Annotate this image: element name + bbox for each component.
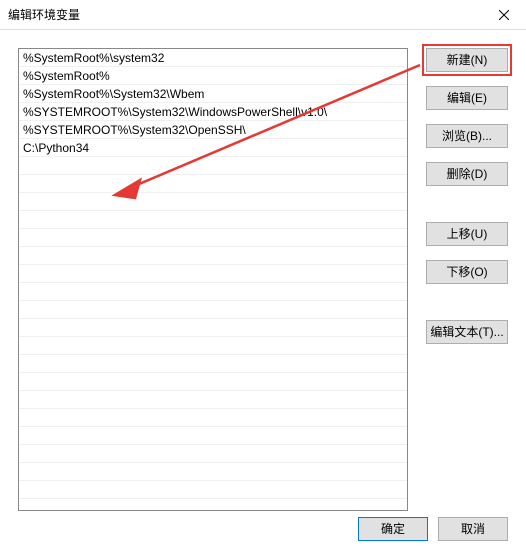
list-item[interactable] xyxy=(19,193,407,211)
path-listbox[interactable]: %SystemRoot%\system32 %SystemRoot% %Syst… xyxy=(18,48,408,511)
list-item[interactable] xyxy=(19,301,407,319)
move-down-button[interactable]: 下移(O) xyxy=(426,260,508,284)
close-button[interactable] xyxy=(481,0,526,30)
list-item[interactable] xyxy=(19,283,407,301)
list-item[interactable] xyxy=(19,355,407,373)
list-item[interactable] xyxy=(19,319,407,337)
cancel-button[interactable]: 取消 xyxy=(438,517,508,541)
list-item[interactable]: %SYSTEMROOT%\System32\OpenSSH\ xyxy=(19,121,407,139)
spacer xyxy=(426,298,508,320)
list-item[interactable] xyxy=(19,247,407,265)
content-area: %SystemRoot%\system32 %SystemRoot% %Syst… xyxy=(0,30,526,493)
window-title: 编辑环境变量 xyxy=(8,6,80,23)
list-item[interactable] xyxy=(19,157,407,175)
list-item[interactable] xyxy=(19,427,407,445)
list-item[interactable]: %SYSTEMROOT%\System32\WindowsPowerShell\… xyxy=(19,103,407,121)
delete-button[interactable]: 删除(D) xyxy=(426,162,508,186)
list-item[interactable] xyxy=(19,229,407,247)
list-item[interactable] xyxy=(19,175,407,193)
list-item[interactable] xyxy=(19,211,407,229)
list-item[interactable] xyxy=(19,445,407,463)
spacer xyxy=(426,200,508,222)
new-button[interactable]: 新建(N) xyxy=(426,48,508,72)
list-item[interactable]: C:\Python34 xyxy=(19,139,407,157)
list-item[interactable] xyxy=(19,373,407,391)
list-item[interactable] xyxy=(19,391,407,409)
close-icon xyxy=(499,10,509,20)
list-item[interactable] xyxy=(19,463,407,481)
list-item[interactable]: %SystemRoot%\system32 xyxy=(19,49,407,67)
list-item[interactable]: %SystemRoot%\System32\Wbem xyxy=(19,85,407,103)
edit-text-button[interactable]: 编辑文本(T)... xyxy=(426,320,508,344)
dialog-footer: 确定 取消 xyxy=(358,517,508,541)
list-item[interactable] xyxy=(19,265,407,283)
browse-button[interactable]: 浏览(B)... xyxy=(426,124,508,148)
list-item[interactable] xyxy=(19,337,407,355)
edit-button[interactable]: 编辑(E) xyxy=(426,86,508,110)
list-item[interactable]: %SystemRoot% xyxy=(19,67,407,85)
list-item[interactable] xyxy=(19,409,407,427)
titlebar: 编辑环境变量 xyxy=(0,0,526,30)
list-item[interactable] xyxy=(19,481,407,499)
ok-button[interactable]: 确定 xyxy=(358,517,428,541)
move-up-button[interactable]: 上移(U) xyxy=(426,222,508,246)
side-button-group: 新建(N) 编辑(E) 浏览(B)... 删除(D) 上移(U) 下移(O) 编… xyxy=(426,48,508,358)
